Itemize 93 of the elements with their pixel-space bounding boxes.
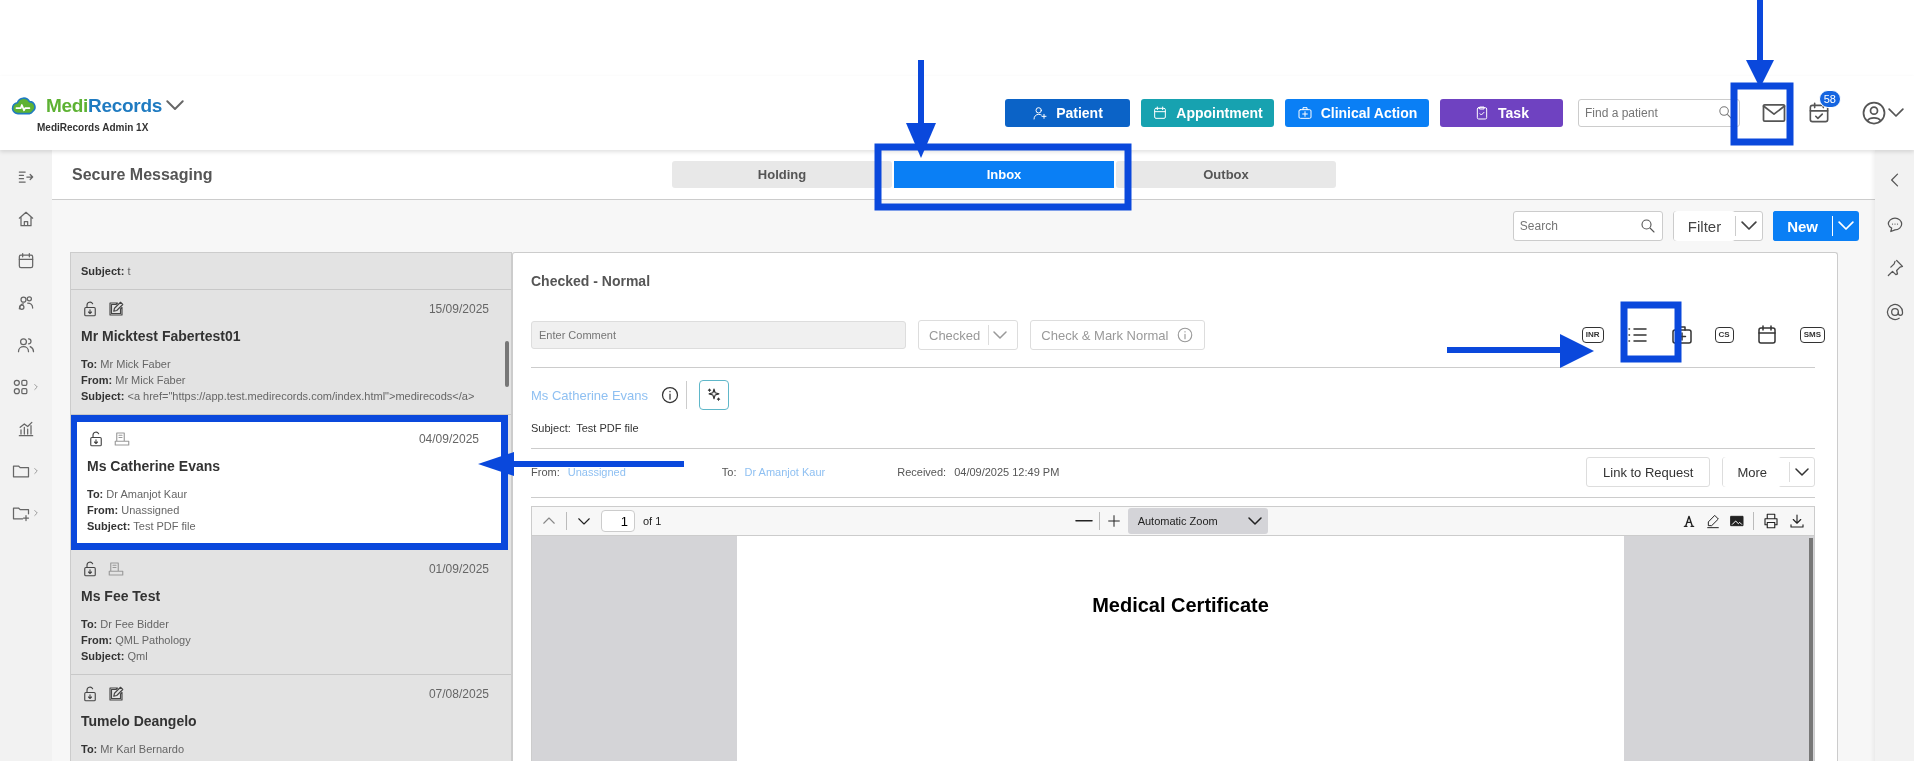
medkit-icon [1669, 323, 1694, 347]
message-meta: To: Dr Amanjot Kaur [721, 466, 826, 478]
message-subject: Subject: Test PDF file [531, 422, 640, 434]
ai-sparkle-button[interactable] [699, 380, 730, 410]
message-field: Subject: Test PDF file [87, 518, 479, 534]
home-icon [16, 209, 36, 229]
sender-name: Tumelo Deangelo [81, 713, 198, 729]
tab[interactable]: Inbox [894, 161, 1114, 188]
scanner-icon [107, 560, 125, 578]
chevron-down-icon [166, 100, 185, 111]
lock-icon [81, 560, 99, 578]
message-field: Subject: t [81, 263, 489, 279]
sender-name: Mr Micktest Fabertest01 [81, 328, 242, 344]
pen-icon [1705, 513, 1721, 529]
message-field: From: Unassigned [87, 502, 479, 518]
chevron-down-icon [1741, 221, 1758, 231]
calendar-icon [16, 251, 36, 271]
chevron-right-icon [31, 381, 41, 393]
cs-badge-button[interactable]: CS [1714, 327, 1734, 343]
document-title: Medical Certificate [1092, 594, 1269, 618]
zoom-select[interactable]: Automatic Zoom [1127, 508, 1268, 534]
chevron-down-icon [1795, 468, 1809, 476]
page-number-field[interactable]: 1 [601, 510, 635, 532]
serif-letter-icon [1681, 513, 1697, 529]
link-to-request-button[interactable]: Link to Request [1586, 457, 1711, 487]
edit-note-icon [107, 685, 125, 703]
medkit-icon [1296, 105, 1313, 121]
message-meta: From: Unassigned [531, 466, 626, 478]
scrollbar-thumb[interactable] [505, 341, 509, 387]
task-button[interactable]: Task [1440, 99, 1563, 127]
highlight-frame [1730, 82, 1794, 146]
chart-icon [16, 419, 36, 439]
more-button[interactable]: More [1723, 457, 1781, 487]
task-count-badge: 58 [1818, 90, 1841, 108]
message-field: From: Mr Mick Faber [81, 372, 489, 388]
lock-icon [81, 300, 99, 318]
search-icon [1638, 217, 1657, 235]
scrollbar-thumb[interactable] [1809, 538, 1813, 761]
message-date: 15/09/2025 [428, 302, 489, 316]
chevron-down-icon [993, 331, 1008, 339]
filter-button[interactable]: Filter [1673, 211, 1736, 241]
message-date: 04/09/2025 [418, 432, 479, 446]
lock-icon [87, 430, 105, 448]
message-field: Subject: Qml [81, 648, 489, 664]
message-field: To: Dr Fee Bidder [81, 616, 489, 632]
message-field: To: Mr Mick Faber [81, 356, 489, 372]
patient-button[interactable]: Patient [1005, 99, 1130, 127]
message-field: To: Mr Karl Bernardo [81, 741, 489, 757]
highlight-frame [1620, 301, 1682, 363]
people-group-icon [16, 293, 36, 313]
chevron-right-icon [31, 507, 41, 519]
comment-field[interactable]: Enter Comment [531, 321, 906, 349]
page-count: of 1 [643, 515, 662, 527]
download-icon [1788, 512, 1806, 530]
info-icon [660, 385, 681, 405]
scanner-icon [113, 430, 131, 448]
inr-badge-button[interactable]: INR [1581, 327, 1604, 343]
user-icon [1860, 99, 1888, 127]
status-title: Checked - Normal [531, 273, 652, 289]
page-title: Secure Messaging [72, 165, 214, 184]
chevron-down-icon [1838, 221, 1854, 231]
patient-search-field[interactable]: Find a patient [1578, 99, 1740, 127]
image-icon [1729, 513, 1745, 529]
sms-button[interactable]: SMS [1799, 327, 1825, 343]
tab[interactable]: Holding [672, 161, 892, 188]
chevron-right-icon [31, 465, 41, 477]
calendar-icon [1152, 105, 1169, 121]
zoom-out-icon [1074, 519, 1093, 523]
message-field: From: QML Pathology [81, 632, 489, 648]
message-card[interactable]: 04/09/2025 Ms Catherine Evans To: Dr Amanjot Kaur From: Unassigned Subject: Test PDF file [77, 422, 501, 543]
user-plus-icon [1032, 105, 1049, 121]
print-icon [1762, 512, 1780, 530]
message-date: 01/09/2025 [428, 562, 489, 576]
message-field: To: Dr Amanjot Kaur [87, 486, 479, 502]
message-field: Subject: <a href="https://app.test.medirecords.com/index.html">medirecods</a> [81, 388, 489, 404]
clinical-button[interactable]: Clinical Action [1285, 99, 1429, 127]
message-date: 07/08/2025 [428, 687, 489, 701]
zoom-in-icon [1105, 513, 1122, 529]
search-icon [1717, 104, 1734, 121]
sender-name: Ms Catherine Evans [87, 458, 222, 474]
account-name: MediRecords Admin 1X [37, 121, 150, 133]
edit-note-icon [107, 300, 125, 318]
people-icon [16, 335, 36, 355]
sender-name: Ms Fee Test [81, 588, 162, 604]
lock-icon [81, 685, 99, 703]
chevron-down-icon [1888, 108, 1904, 118]
tab[interactable]: Outbox [1116, 161, 1336, 188]
brand-name: MediRecords [46, 94, 163, 117]
chevron-down-icon [1247, 517, 1262, 525]
at-sign-icon [1884, 302, 1905, 322]
message-meta: Received: 04/09/2025 12:49 PM [897, 466, 1060, 478]
info-icon [1176, 326, 1195, 344]
message-search-field[interactable]: Search [1512, 211, 1663, 241]
